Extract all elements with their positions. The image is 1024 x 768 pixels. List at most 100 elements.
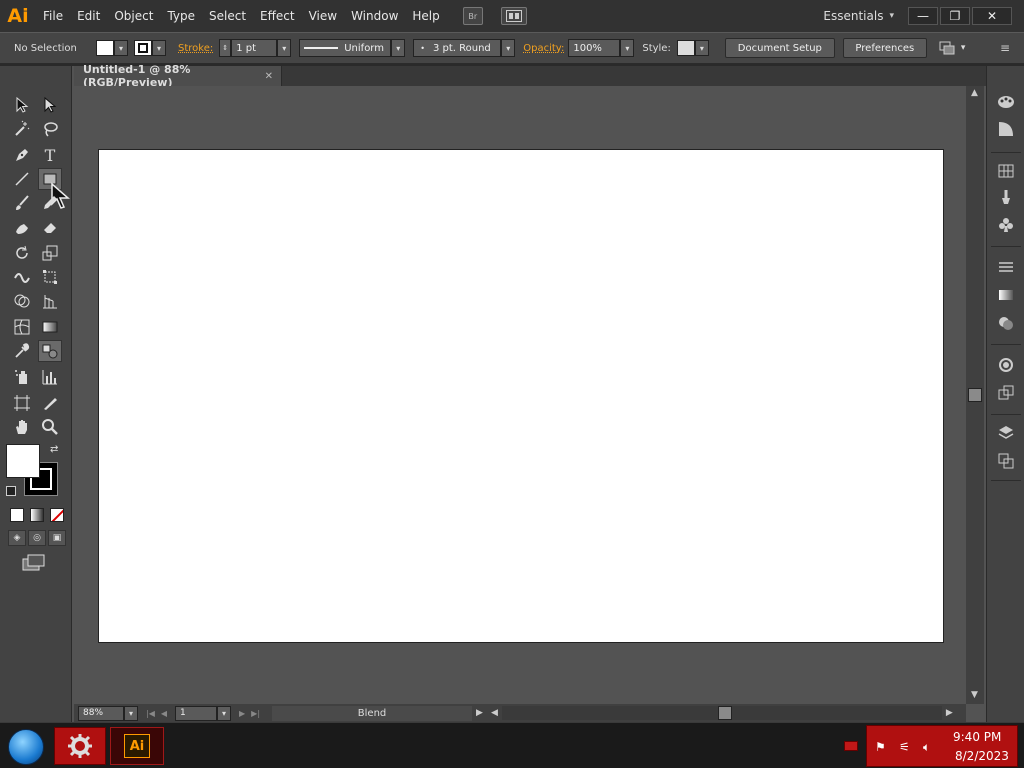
variable-width-profile[interactable]: Uniform	[299, 39, 392, 57]
draw-normal-button[interactable]: ◈	[8, 530, 26, 546]
last-artboard-icon[interactable]: ▶|	[251, 709, 260, 718]
menu-object[interactable]: Object	[107, 0, 160, 32]
clock-date[interactable]: 8/2/2023	[955, 749, 1009, 763]
menu-type[interactable]: Type	[160, 0, 202, 32]
lasso-tool[interactable]	[38, 118, 62, 140]
previous-artboard-icon[interactable]: ◀	[161, 709, 167, 718]
first-artboard-icon[interactable]: |◀	[146, 709, 155, 718]
column-graph-tool[interactable]	[38, 366, 62, 388]
stroke-weight-dropdown-icon[interactable]: ▾	[277, 39, 292, 57]
gradient-tool[interactable]	[38, 316, 62, 338]
blend-tool[interactable]	[38, 340, 62, 362]
vertical-scroll-thumb[interactable]	[968, 388, 982, 402]
restore-button[interactable]: ❐	[940, 7, 970, 25]
transparency-panel-button[interactable]	[995, 312, 1017, 334]
arrange-icon-button[interactable]: ▾	[939, 38, 965, 58]
artboards-panel-button[interactable]	[995, 450, 1017, 472]
scroll-left-icon[interactable]: ◀	[491, 708, 498, 718]
graphic-style-swatch[interactable]: ▾	[676, 38, 709, 58]
draw-behind-button[interactable]: ◎	[28, 530, 46, 546]
status-info-field[interactable]: Blend	[272, 705, 473, 721]
slice-tool[interactable]	[38, 392, 62, 414]
start-button[interactable]	[8, 729, 44, 765]
tab-close-icon[interactable]: ✕	[265, 71, 273, 82]
artboard[interactable]	[98, 149, 944, 643]
menu-file[interactable]: File	[36, 0, 70, 32]
artboard-number-field[interactable]: 1	[175, 705, 218, 721]
menu-effect[interactable]: Effect	[253, 0, 302, 32]
draw-inside-button[interactable]: ▣	[48, 530, 66, 546]
line-segment-tool[interactable]	[10, 168, 34, 190]
volume-icon[interactable]: 🔈︎	[923, 740, 930, 755]
color-panel-button[interactable]	[995, 90, 1017, 112]
network-icon[interactable]: ⚟	[899, 740, 910, 754]
next-artboard-icon[interactable]: ▶	[239, 709, 245, 718]
selection-tool[interactable]	[10, 94, 34, 116]
symbol-sprayer-tool[interactable]	[10, 366, 34, 388]
horizontal-scroll-thumb[interactable]	[717, 706, 732, 720]
workspace-switcher[interactable]: Essentials	[823, 9, 883, 23]
fill-color-box[interactable]	[6, 444, 40, 478]
document-setup-button[interactable]: Document Setup	[724, 38, 835, 58]
color-mode-button[interactable]	[10, 508, 24, 522]
symbols-panel-button[interactable]	[995, 214, 1017, 236]
taskbar-settings-app[interactable]	[54, 727, 106, 765]
document-tab[interactable]: Untitled-1 @ 88% (RGB/Preview) ✕	[74, 63, 282, 89]
paintbrush-tool[interactable]	[10, 192, 34, 214]
scroll-down-icon[interactable]: ▼	[971, 690, 978, 700]
stroke-weight-field[interactable]: 1 pt	[231, 39, 278, 57]
panel-menu-icon[interactable]: ≡	[1000, 41, 1010, 55]
brush-dropdown-icon[interactable]: ▾	[501, 39, 516, 57]
close-button[interactable]: ✕	[972, 7, 1012, 25]
pen-tool[interactable]	[10, 144, 34, 166]
preferences-button[interactable]: Preferences	[842, 38, 927, 58]
menu-window[interactable]: Window	[344, 0, 405, 32]
stroke-swatch[interactable]: ▾	[134, 38, 166, 58]
direct-selection-tool[interactable]	[38, 94, 62, 116]
taskbar-illustrator-app[interactable]: Ai	[110, 727, 164, 765]
canvas-area[interactable]	[74, 86, 966, 704]
swatches-panel-button[interactable]	[995, 160, 1017, 182]
stroke-panel-button[interactable]	[995, 256, 1017, 278]
scale-tool[interactable]	[38, 242, 62, 264]
opacity-label[interactable]: Opacity:	[523, 43, 564, 54]
stroke-label[interactable]: Stroke:	[178, 43, 213, 54]
type-tool[interactable]: T	[38, 144, 62, 166]
blob-brush-tool[interactable]	[10, 216, 34, 238]
none-mode-button[interactable]	[50, 508, 64, 522]
screen-mode-button[interactable]	[22, 554, 46, 575]
perspective-grid-tool[interactable]	[38, 290, 62, 312]
menu-edit[interactable]: Edit	[70, 0, 107, 32]
artboard-tool[interactable]	[10, 392, 34, 414]
fill-dropdown-icon[interactable]: ▾	[114, 40, 128, 56]
shape-builder-tool[interactable]	[10, 290, 34, 312]
layers-panel-button[interactable]	[995, 422, 1017, 444]
arrange-documents-button[interactable]	[500, 7, 527, 25]
stroke-dropdown-icon[interactable]: ▾	[152, 40, 166, 56]
stroke-stepper[interactable]: ⇕	[219, 39, 232, 57]
style-dropdown-icon[interactable]: ▾	[694, 40, 709, 56]
status-menu-icon[interactable]: ▶	[476, 708, 483, 718]
minimize-button[interactable]: —	[908, 7, 938, 25]
width-tool[interactable]	[10, 266, 34, 288]
scroll-up-icon[interactable]: ▲	[971, 88, 978, 98]
brush-definition[interactable]: • 3 pt. Round	[413, 39, 502, 57]
opacity-field[interactable]: 100%	[568, 39, 621, 57]
pencil-tool[interactable]	[38, 192, 62, 214]
gradient-panel-button[interactable]	[995, 284, 1017, 306]
profile-dropdown-icon[interactable]: ▾	[391, 39, 406, 57]
zoom-tool[interactable]	[38, 416, 62, 438]
hand-tool[interactable]	[10, 416, 34, 438]
menu-view[interactable]: View	[302, 0, 344, 32]
appearance-panel-button[interactable]	[995, 354, 1017, 376]
action-center-flag-icon[interactable]: ⚑	[875, 740, 886, 754]
rotate-tool[interactable]	[10, 242, 34, 264]
brushes-panel-button[interactable]	[995, 186, 1017, 208]
mesh-tool[interactable]	[10, 316, 34, 338]
clock-time[interactable]: 9:40 PM	[953, 730, 1001, 744]
scroll-right-icon[interactable]: ▶	[946, 708, 953, 718]
magic-wand-tool[interactable]	[10, 118, 34, 140]
swap-fill-stroke-icon[interactable]: ⇄	[50, 444, 58, 455]
workspace-chevron-icon[interactable]: ▾	[889, 11, 894, 21]
vertical-scrollbar[interactable]: ▲ ▼	[966, 86, 984, 704]
